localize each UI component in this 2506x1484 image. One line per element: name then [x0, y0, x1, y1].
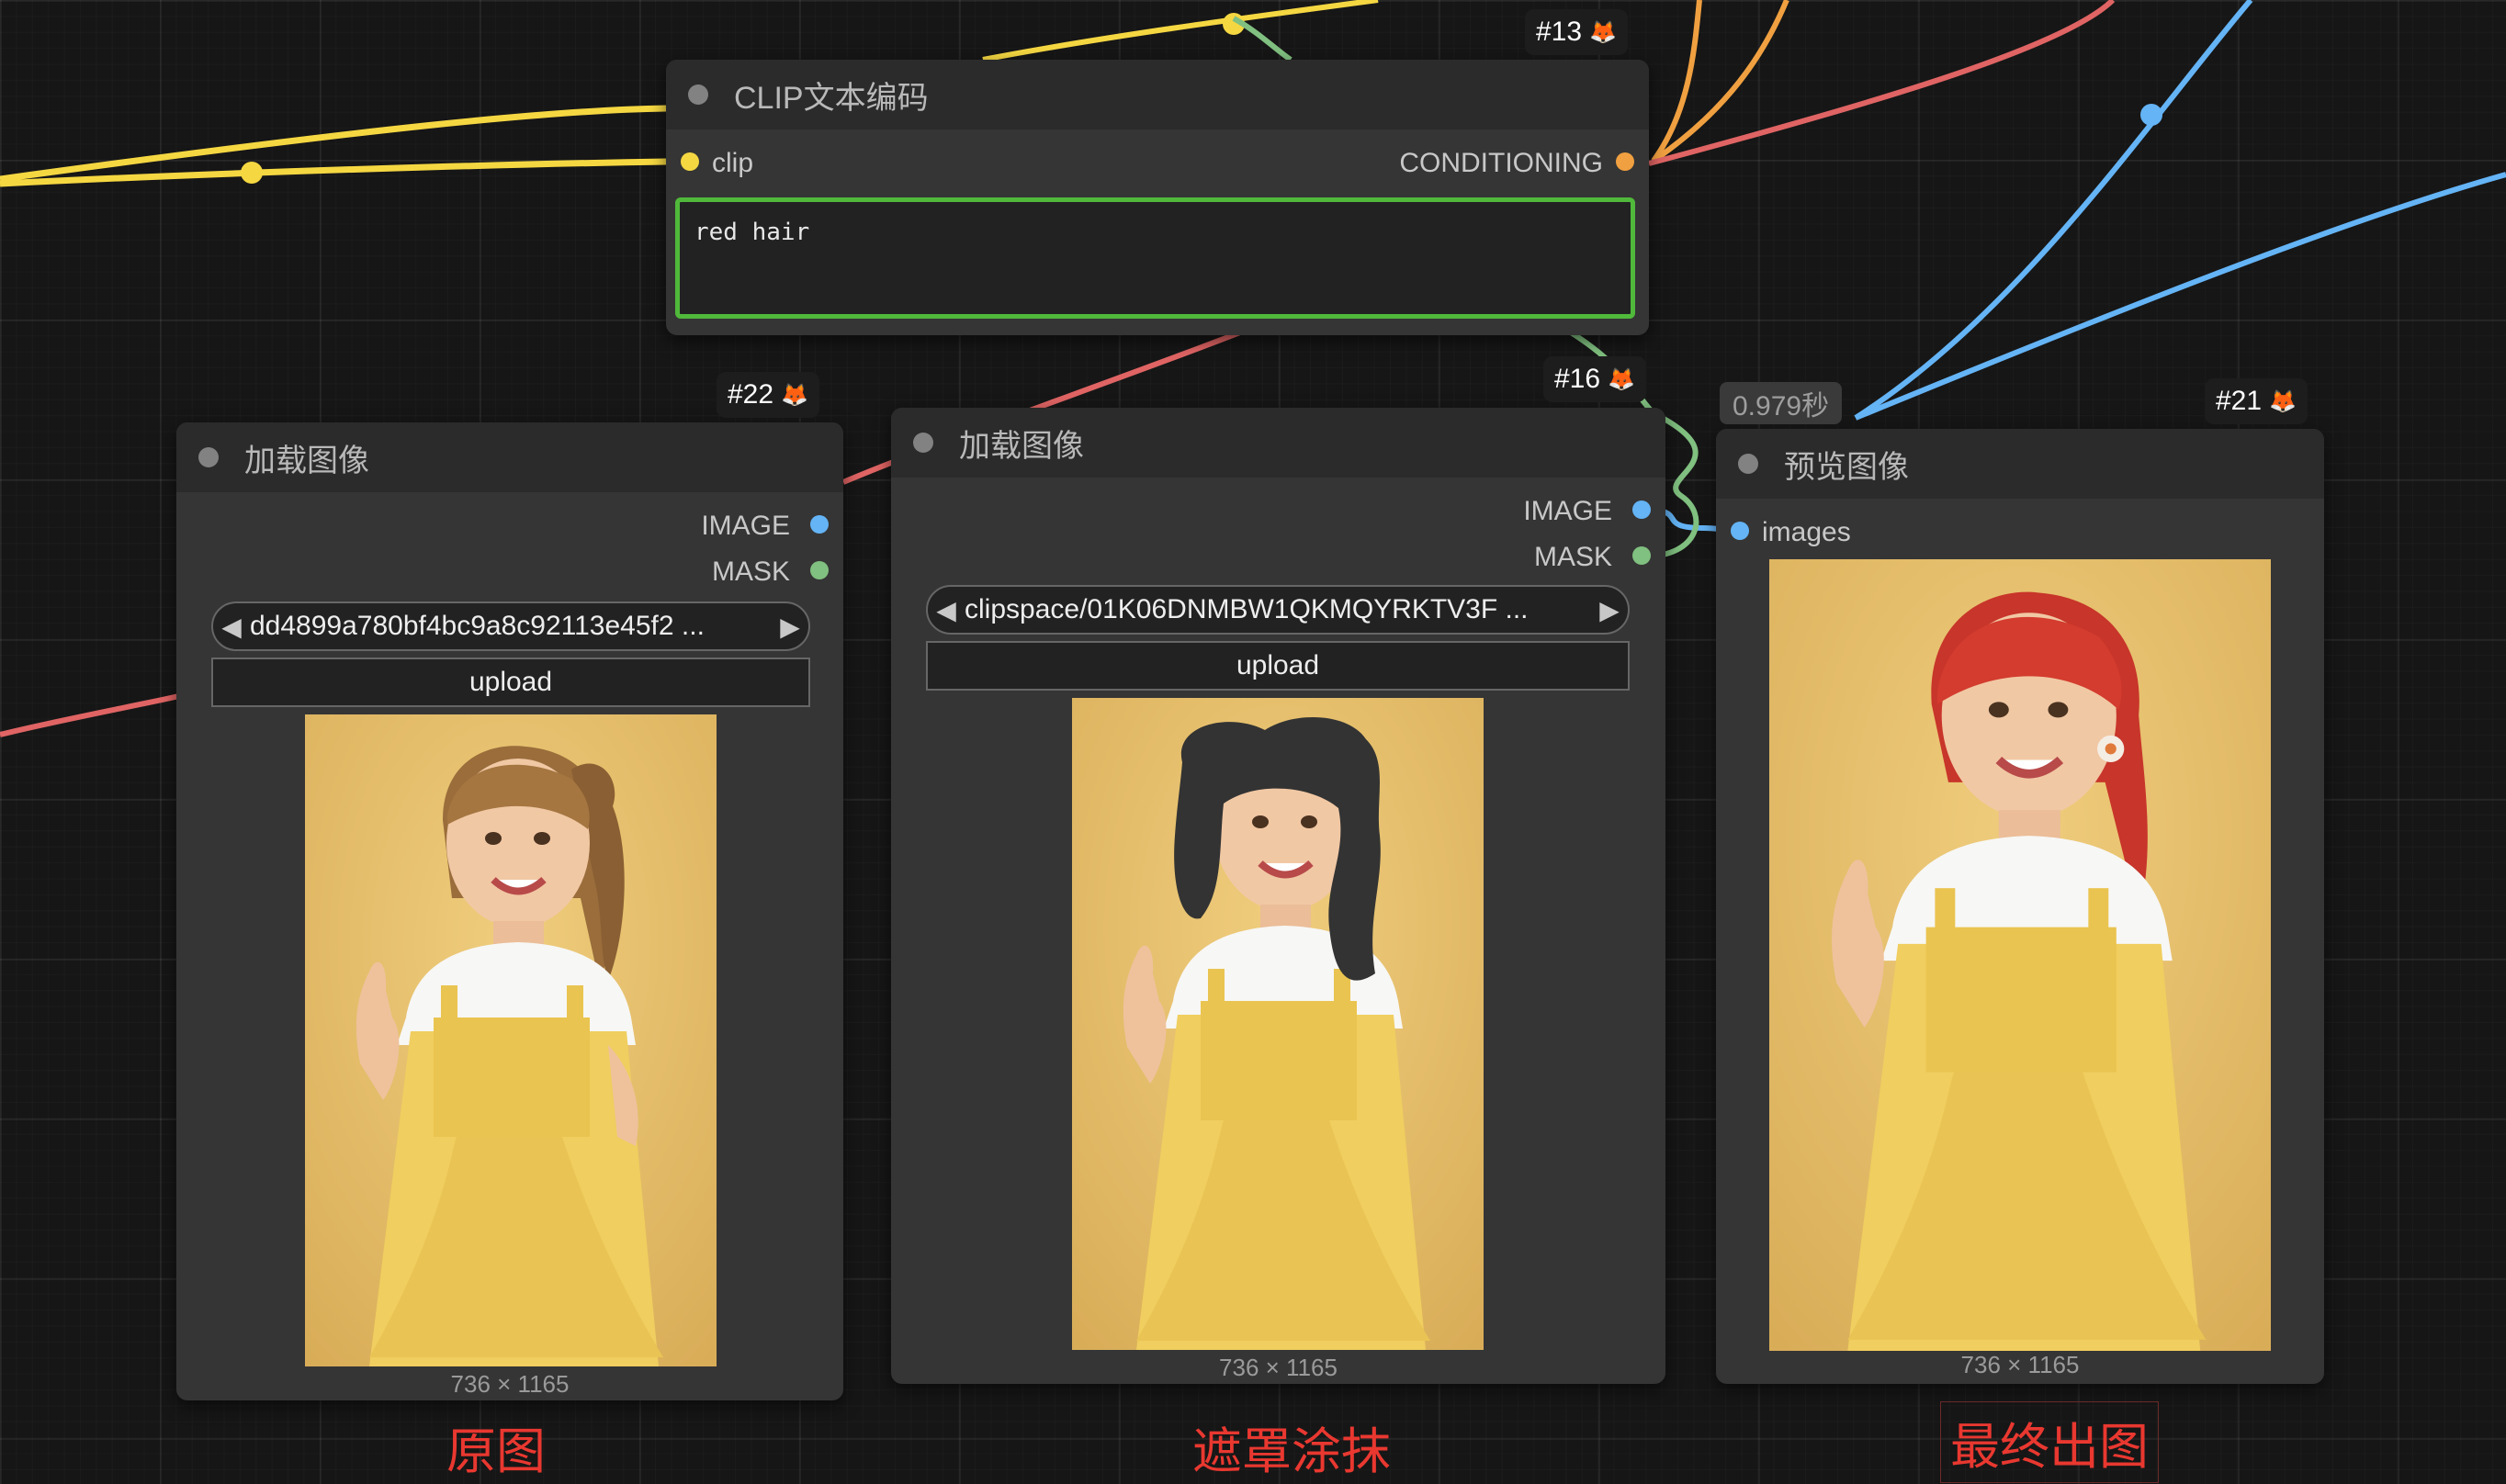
node-id-badge: #16 🦊: [1543, 356, 1646, 402]
images-input-label: images: [1762, 517, 1851, 547]
node-header[interactable]: 加载图像: [176, 422, 843, 492]
wire-reroute-dot[interactable]: [241, 162, 263, 184]
node-id: #22: [728, 379, 774, 410]
image-output-label: IMAGE: [701, 511, 790, 541]
node-id: #21: [2216, 386, 2263, 416]
image-file-combo[interactable]: ◀ dd4899a780bf4bc9a8c92113e45f2 ... ▶: [211, 601, 810, 651]
conditioning-output-dot[interactable]: [1616, 152, 1634, 171]
caption-final: 最终出图: [1940, 1401, 2159, 1483]
left-arrow-icon[interactable]: ◀: [928, 595, 965, 625]
node-id-badge: #13 🦊: [1525, 9, 1628, 55]
preview-image-node[interactable]: 预览图像 images 736 × 1165: [1716, 429, 2324, 1384]
node-id-badge: #22 🦊: [717, 372, 819, 418]
image-file-combo[interactable]: ◀ clipspace/01K06DNMBW1QKMQYRKTV3F ... ▶: [926, 585, 1630, 635]
fox-icon: 🦊: [781, 382, 808, 408]
result-image-preview: [1769, 559, 2271, 1351]
fox-icon: 🦊: [1589, 19, 1617, 45]
node-id-badge: #21 🦊: [2205, 378, 2308, 424]
mask-output-dot[interactable]: [1632, 546, 1651, 565]
girl-photo-masked: [1072, 698, 1484, 1350]
load-image-node-masked[interactable]: 加载图像 IMAGE MASK ◀ clipspace/01K06DNMBW1Q…: [891, 408, 1665, 1384]
right-arrow-icon[interactable]: ▶: [772, 612, 808, 642]
collapse-dot-icon[interactable]: [198, 447, 219, 467]
mask-output-dot[interactable]: [810, 561, 829, 579]
node-header[interactable]: 预览图像: [1716, 429, 2324, 499]
image-output-label: IMAGE: [1523, 496, 1612, 526]
node-header[interactable]: 加载图像: [891, 408, 1665, 478]
image-dimensions: 736 × 1165: [1960, 1351, 2080, 1378]
mask-output-label: MASK: [1533, 542, 1612, 572]
upload-button[interactable]: upload: [926, 641, 1630, 691]
image-file-value: clipspace/01K06DNMBW1QKMQYRKTV3F ...: [965, 594, 1529, 624]
upload-button[interactable]: upload: [211, 658, 810, 707]
orange-wire-b: [1652, 0, 1789, 163]
collapse-dot-icon[interactable]: [688, 84, 708, 105]
prompt-textarea[interactable]: red hair: [675, 197, 1635, 319]
fox-icon: 🦊: [2269, 388, 2297, 414]
collapse-dot-icon[interactable]: [1738, 454, 1758, 474]
conditioning-output-label: CONDITIONING: [1399, 148, 1603, 178]
clip-wire-top: [982, 0, 1379, 62]
node-id: #16: [1554, 364, 1601, 394]
original-image-preview: [305, 714, 717, 1366]
collapse-dot-icon[interactable]: [913, 433, 933, 453]
clip-text-encode-node[interactable]: CLIP文本编码 clip CONDITIONING red hair: [666, 60, 1649, 335]
image-wire-b: [1854, 172, 2506, 421]
image-wire-a: [1854, 0, 2253, 421]
image-output-dot[interactable]: [1632, 500, 1651, 519]
node-title: 加载图像: [959, 428, 1084, 464]
girl-photo-original: [305, 714, 717, 1366]
node-title: CLIP文本编码: [734, 80, 929, 116]
node-header[interactable]: CLIP文本编码: [666, 60, 1649, 129]
execution-time-badge: 0.979秒: [1720, 382, 1843, 424]
orange-wire-a: [1651, 0, 1702, 163]
masked-image-preview: [1072, 698, 1484, 1350]
mask-wire-top: [1232, 16, 1293, 62]
images-input-dot[interactable]: [1731, 522, 1749, 540]
caption-mask: 遮罩涂抹: [1192, 1422, 1391, 1480]
image-dimensions: 736 × 1165: [450, 1370, 570, 1398]
conditioning-wire: [1648, 0, 2116, 166]
right-arrow-icon[interactable]: ▶: [1591, 595, 1628, 625]
load-image-node-original[interactable]: 加载图像 IMAGE MASK ◀ dd4899a780bf4bc9a8c921…: [176, 422, 843, 1400]
clip-input-dot[interactable]: [681, 152, 699, 171]
caption-original: 原图: [446, 1422, 546, 1480]
girl-photo-result: [1769, 559, 2271, 1351]
image-dimensions: 736 × 1165: [1219, 1354, 1338, 1381]
wire-reroute-dot[interactable]: [2140, 104, 2162, 126]
image-file-value: dd4899a780bf4bc9a8c92113e45f2 ...: [250, 611, 705, 641]
left-arrow-icon[interactable]: ◀: [213, 612, 250, 642]
node-title: 加载图像: [244, 443, 369, 478]
clip-input-label: clip: [712, 148, 754, 178]
node-id: #13: [1536, 17, 1583, 47]
conditioning-wire-left: [0, 693, 180, 737]
fox-icon: 🦊: [1608, 366, 1635, 392]
node-title: 预览图像: [1784, 449, 1909, 485]
image-output-dot[interactable]: [810, 515, 829, 534]
mask-output-label: MASK: [711, 556, 790, 587]
